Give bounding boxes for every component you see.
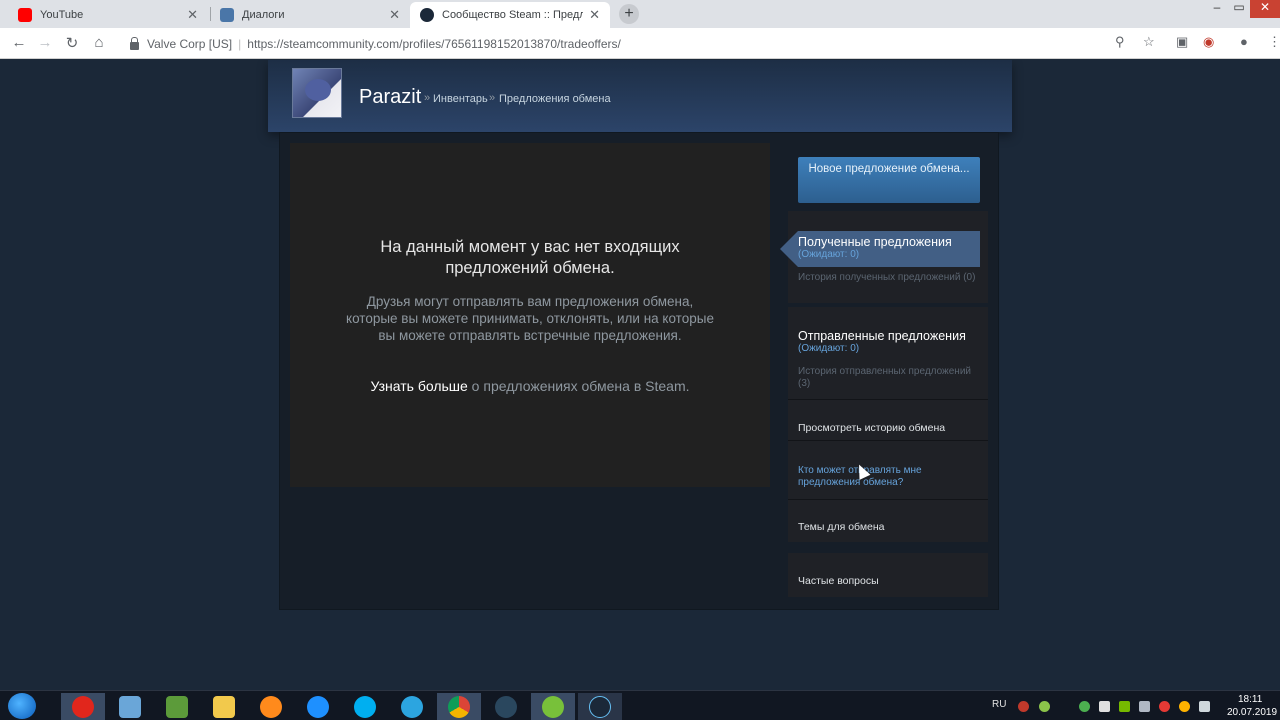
minimize-button[interactable]: – (1206, 0, 1228, 18)
youtube-icon (18, 8, 32, 22)
empty-description: Друзья могут отправлять вам предложения … (346, 294, 714, 343)
address-separator: | (238, 36, 242, 51)
breadcrumb-inventory[interactable]: Инвентарь (433, 93, 488, 105)
minecraft-icon (166, 695, 188, 718)
close-window-button[interactable]: ✕ (1250, 0, 1280, 18)
new-tab-button[interactable]: + (619, 4, 639, 24)
view-history-section (788, 400, 988, 440)
tab-title: Сообщество Steam :: Предложе (442, 9, 584, 21)
taskbar-utorrent[interactable] (531, 693, 575, 720)
tray-opera-icon[interactable] (1159, 701, 1170, 712)
url-text[interactable]: https://steamcommunity.com/profiles/7656… (247, 37, 621, 51)
breadcrumb-separator: » (489, 92, 496, 104)
taskbar-steam-client[interactable] (578, 693, 622, 720)
learn-more-link[interactable]: Узнать больше (370, 378, 467, 394)
steam-icon (495, 695, 517, 718)
tray-utorrent-icon[interactable] (1079, 701, 1090, 712)
new-trade-offer-button[interactable]: Новое предложение обмена... (798, 157, 980, 203)
taskbar-opera[interactable] (61, 693, 105, 720)
tab-steam-community[interactable]: Сообщество Steam :: Предложе ✕ (410, 2, 610, 28)
forward-icon[interactable]: → (36, 34, 54, 51)
record-icon[interactable] (1018, 701, 1029, 712)
maximize-button[interactable]: ▭ (1228, 0, 1250, 18)
explorer-desktop-icon (119, 695, 141, 718)
steam-client-icon (589, 695, 611, 718)
taskbar-chrome[interactable] (437, 693, 481, 720)
chrome-icon (448, 695, 470, 718)
taskbar-telegram[interactable] (390, 693, 434, 720)
taskbar-skype[interactable] (343, 693, 387, 720)
tray-app-icon[interactable] (1039, 701, 1050, 712)
windows-taskbar: RU 18:11 20.07.2019 (0, 690, 1280, 720)
skype-icon (354, 695, 376, 718)
profile-name[interactable]: Parazit (359, 86, 421, 109)
telegram-icon (401, 695, 423, 718)
tab-title: Диалоги (242, 9, 285, 21)
trade-offers-content: На данный момент у вас нет входящих пред… (279, 132, 999, 610)
sent-offers-title[interactable]: Отправленные предложения (798, 329, 966, 343)
breadcrumb-separator: » (424, 92, 431, 104)
taskbar-minecraft[interactable] (155, 693, 199, 720)
tray-sun-icon[interactable] (1179, 701, 1190, 712)
language-indicator[interactable]: RU (992, 699, 1006, 710)
who-can-send-link[interactable]: Кто может отправлять мне предложения обм… (798, 465, 978, 489)
empty-title: На данный момент у вас нет входящих пред… (380, 238, 680, 277)
clock-date[interactable]: 20.07.2019 (1227, 707, 1277, 718)
browser-tab-bar: YouTube ✕ Диалоги ✕ Сообщество Steam :: … (0, 0, 1280, 28)
tab-youtube[interactable]: YouTube ✕ (8, 2, 208, 28)
learn-more-text: о предложениях обмена в Steam. (467, 378, 690, 394)
vk-icon (220, 8, 234, 22)
trade-topics-link[interactable]: Темы для обмена (798, 521, 885, 533)
windows-start-icon[interactable] (8, 693, 36, 719)
taskbar-ie[interactable] (296, 693, 340, 720)
lock-icon (130, 36, 139, 50)
utorrent-icon (542, 695, 564, 718)
received-offers-title[interactable]: Полученные предложения (798, 235, 952, 249)
breadcrumb-trade-offers[interactable]: Предложения обмена (499, 93, 611, 105)
learn-more-line: Узнать больше о предложениях обмена в St… (330, 378, 730, 394)
trade-sidebar: Новое предложение обмена... Полученные п… (780, 143, 988, 603)
received-pending-count: (Ожидают: 0) (798, 249, 860, 260)
volume-icon[interactable] (1199, 701, 1210, 712)
nvidia-icon[interactable] (1119, 701, 1130, 712)
star-icon[interactable]: ☆ (1143, 34, 1155, 50)
close-tab-icon[interactable]: ✕ (187, 7, 198, 23)
steam-icon (420, 8, 434, 22)
folder-icon (213, 695, 235, 718)
extension-icon[interactable]: ▣ (1176, 34, 1188, 50)
taskbar-folder[interactable] (202, 693, 246, 720)
empty-offers-panel: На данный момент у вас нет входящих пред… (290, 143, 770, 487)
tab-dialogs[interactable]: Диалоги ✕ (210, 2, 410, 28)
taskbar-desktop[interactable] (108, 693, 152, 720)
opera-icon (72, 695, 94, 718)
certificate-label[interactable]: Valve Corp [US] (147, 37, 232, 51)
browser-toolbar: ← → ↻ ⌂ Valve Corp [US] | https://steamc… (0, 28, 1280, 59)
sent-history-link[interactable]: История отправленных предложений (3) (798, 366, 978, 390)
sent-pending-count: (Ожидают: 0) (798, 343, 860, 354)
avatar[interactable] (292, 68, 342, 118)
steam-page: Parazit » Инвентарь » Предложения обмена… (0, 60, 1280, 690)
close-tab-icon[interactable]: ✕ (589, 7, 600, 23)
received-history-link[interactable]: История полученных предложений (0) (798, 272, 978, 284)
profile-header: Parazit » Инвентарь » Предложения обмена (268, 60, 1012, 132)
network-icon[interactable] (1139, 701, 1150, 712)
reload-icon[interactable]: ↻ (63, 34, 81, 52)
ie-icon (307, 695, 329, 718)
account-icon[interactable]: ● (1240, 34, 1248, 49)
faq-link[interactable]: Частые вопросы (798, 575, 879, 587)
view-trade-history-link[interactable]: Просмотреть историю обмена (798, 422, 945, 434)
menu-icon[interactable]: ⋮ (1268, 34, 1280, 50)
address-bar[interactable]: Valve Corp [US] | https://steamcommunity… (118, 31, 1168, 56)
close-tab-icon[interactable]: ✕ (389, 7, 400, 23)
firefox-icon (260, 695, 282, 718)
extension-badge-icon[interactable]: ◉ (1203, 34, 1214, 50)
home-icon[interactable]: ⌂ (90, 34, 108, 51)
zoom-icon[interactable]: ⚲ (1115, 34, 1125, 50)
tab-title: YouTube (40, 9, 84, 21)
taskbar-steam[interactable] (484, 693, 528, 720)
clock-time[interactable]: 18:11 (1238, 694, 1262, 705)
tray-flag-icon[interactable] (1099, 701, 1110, 712)
back-icon[interactable]: ← (10, 34, 28, 51)
taskbar-firefox[interactable] (249, 693, 293, 720)
